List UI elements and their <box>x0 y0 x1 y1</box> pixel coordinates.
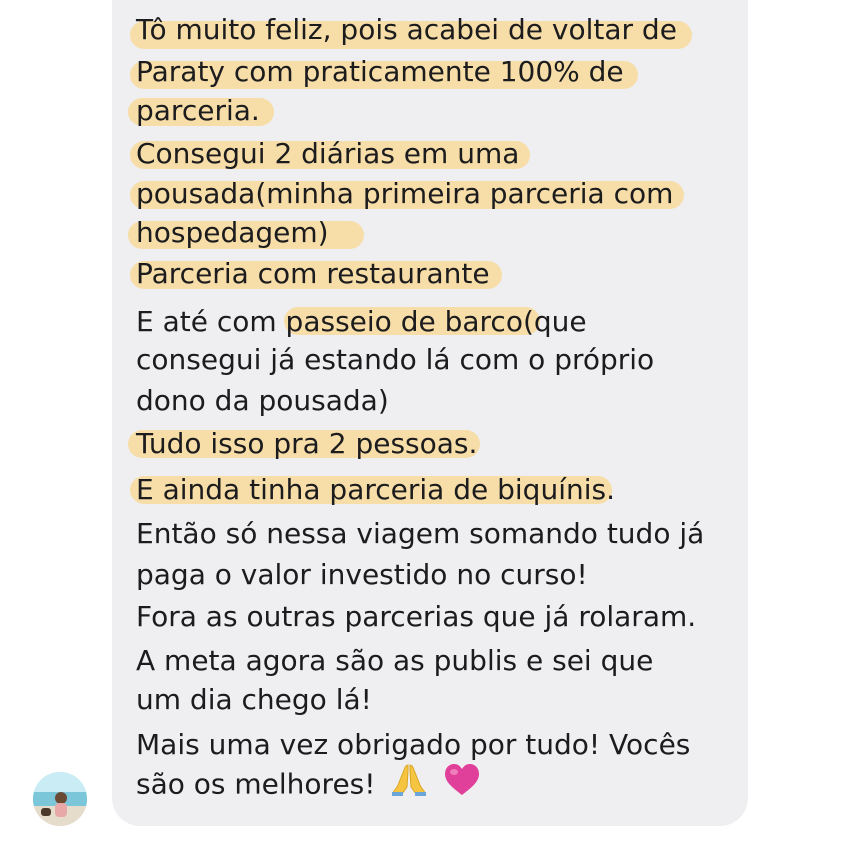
message-line: Então só nessa viagem somando tudo já <box>136 517 705 550</box>
message-line: parceria. <box>136 94 260 127</box>
user-avatar[interactable] <box>33 772 87 826</box>
pink-heart-icon <box>443 763 481 808</box>
message-line-text: são os melhores! <box>136 767 376 801</box>
message-line: Tudo isso pra 2 pessoas. <box>136 427 478 460</box>
message-line: E ainda tinha parceria de biquínis. <box>136 473 615 506</box>
message-line: A meta agora são as publis e sei que <box>136 644 654 677</box>
message-line: E até com passeio de barco(que <box>136 305 587 338</box>
message-line: um dia chego lá! <box>136 683 372 716</box>
message-line: dono da pousada) <box>136 384 389 417</box>
message-line: Parceria com restaurante <box>136 257 490 290</box>
message-line: Tô muito feliz, pois acabei de voltar de <box>136 13 677 46</box>
message-line: Fora as outras parcerias que já rolaram. <box>136 600 697 633</box>
folded-hands-icon <box>390 763 428 808</box>
message-line: Paraty com praticamente 100% de <box>136 55 624 88</box>
message-line: Mais uma vez obrigado por tudo! Vocês <box>136 728 691 761</box>
message-line: paga o valor investido no curso! <box>136 558 588 591</box>
message-line: Consegui 2 diárias em uma <box>136 137 520 170</box>
message-line: hospedagem) <box>136 216 329 249</box>
avatar-photo-icon <box>33 772 87 826</box>
message-line: consegui já estando lá com o próprio <box>136 343 655 376</box>
message-line-last: são os melhores! <box>136 763 481 808</box>
message-line: pousada(minha primeira parceria com <box>136 177 674 210</box>
